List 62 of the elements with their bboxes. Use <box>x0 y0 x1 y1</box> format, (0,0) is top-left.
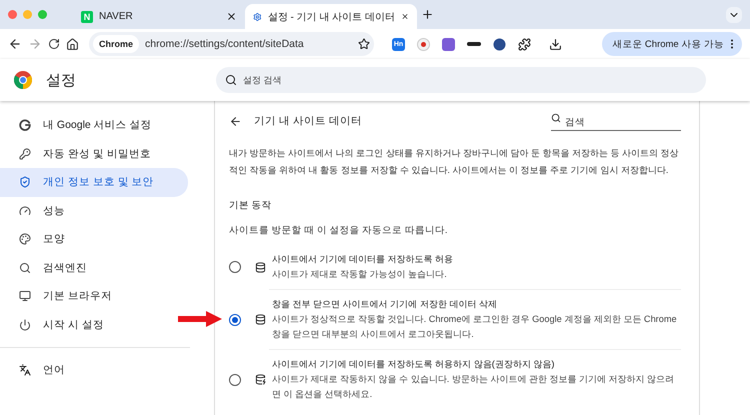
reload-icon[interactable] <box>48 38 60 50</box>
language-icon <box>19 364 31 376</box>
option-title: 창을 전부 닫으면 사이트에서 기기에 저장한 데이터 삭제 <box>272 298 498 311</box>
page-title: 설정 <box>46 70 77 90</box>
gauge-icon <box>19 204 31 217</box>
section-title: 기기 내 사이트 데이터 <box>254 114 363 128</box>
search-field[interactable]: 설정 검색 <box>216 67 706 93</box>
tab-title: NAVER <box>99 11 134 22</box>
radio-button[interactable] <box>229 314 241 326</box>
option-description: 사이트가 정상적으로 작동할 것입니다. Chrome에 로그인한 경우 Google 계정을 제외한 모든 Chrome 창을 닫으면 대부분의 사이트에서 로그아웃됩니다. <box>272 313 678 341</box>
sidebar-item[interactable]: 시작 시 설정 <box>0 310 112 339</box>
search-field[interactable]: 검색 <box>551 116 681 130</box>
browser-tab[interactable]: 설정 - 기기 내 사이트 데이터 <box>245 4 417 29</box>
palette-icon <box>19 233 31 246</box>
favicon-icon: N <box>81 10 93 22</box>
key-icon <box>19 148 31 160</box>
option-title: 사이트에서 기기에 데이터를 저장하도록 허용 <box>272 253 454 266</box>
url-text: chrome://settings/content/siteData <box>145 38 305 50</box>
home-icon[interactable] <box>66 38 79 50</box>
sidebar-item[interactable]: 성능 <box>0 196 73 225</box>
database-icon <box>255 262 266 272</box>
description-text: 내가 방문하는 사이트에서 나의 로그인 상태를 유지하거나 장바구니에 담아 둔 항목을 저장하는 등 사이트의 정상적인 작동을 위하여 내 활동 정보를 저장할 수 있습니다. 사이트에서는 이 정보를 주로 기기에 임시 저장합니다. <box>229 147 680 177</box>
sidebar-item[interactable]: 검색엔진 <box>0 254 95 282</box>
shield-icon <box>19 176 31 188</box>
database-icon <box>255 314 266 325</box>
radio-button[interactable] <box>229 261 241 273</box>
sidebar-item[interactable]: 언어 <box>0 356 73 384</box>
option-description: 사이트가 제대로 작동하지 않을 수 있습니다. 방문하는 사이트에 관한 정보를 기기에 저장하지 않으려면 이 옵션을 선택하세요. <box>272 373 676 401</box>
search-icon <box>19 262 31 274</box>
update-button[interactable]: 새로운 Chrome 사용 가능 <box>602 32 742 56</box>
radio-button[interactable] <box>229 374 241 386</box>
power-icon <box>19 318 31 331</box>
close-icon[interactable] <box>226 11 237 22</box>
search-icon <box>225 74 237 86</box>
star-icon[interactable] <box>358 38 370 50</box>
sidebar-item[interactable]: 모양 <box>0 225 73 254</box>
monitor-icon <box>19 290 31 302</box>
section-heading: 기본 동작 <box>229 199 273 212</box>
site-chip[interactable]: Chrome <box>93 35 140 53</box>
browser-tab[interactable]: N NAVER <box>73 4 245 29</box>
sidebar-item[interactable]: 자동 완성 및 비밀번호 <box>0 140 159 168</box>
sidebar-item[interactable]: 내 Google 서비스 설정 <box>0 111 160 140</box>
extension-icon[interactable] <box>442 38 455 50</box>
section-subtitle: 사이트를 방문할 때 이 설정을 자동으로 따릅니다. <box>229 224 448 237</box>
tab-list-button[interactable] <box>726 6 742 22</box>
option-title: 사이트에서 기기에 데이터를 저장하도록 허용하지 않음(권장하지 않음) <box>272 358 556 371</box>
sidebar-item[interactable]: 기본 브라우저 <box>0 282 120 310</box>
address-bar[interactable]: Chrome chrome://settings/content/siteData <box>89 32 374 56</box>
download-icon[interactable] <box>549 38 562 50</box>
back-icon[interactable] <box>8 37 22 51</box>
pointer-arrow-icon <box>178 311 222 327</box>
record-icon[interactable] <box>417 38 430 50</box>
puzzle-icon[interactable] <box>518 38 531 50</box>
option-description: 사이트가 제대로 작동할 가능성이 높습니다. <box>272 268 448 281</box>
back-icon[interactable] <box>229 114 242 128</box>
google-icon <box>19 119 31 132</box>
chrome-logo-icon <box>14 71 32 89</box>
new-tab-icon[interactable] <box>421 8 434 21</box>
tab-title: 설정 - 기기 내 사이트 데이터 <box>268 10 395 24</box>
gear-icon <box>253 10 262 22</box>
sidebar-item[interactable]: 개인 정보 보호 및 보안 <box>0 168 188 196</box>
search-icon <box>551 112 561 122</box>
